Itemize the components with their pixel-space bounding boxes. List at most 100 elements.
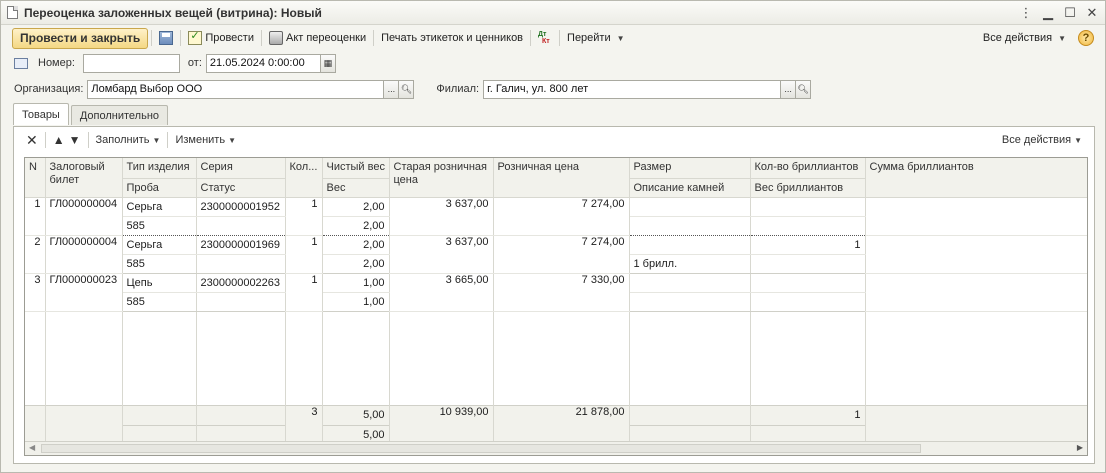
branch-field[interactable]: г. Галич, ул. 800 лет: [483, 79, 782, 99]
cell-size[interactable]: [629, 196, 751, 217]
cell-size[interactable]: [629, 235, 751, 255]
post-button[interactable]: Провести: [184, 28, 258, 49]
cell-old-price[interactable]: 3 637,00: [389, 235, 494, 274]
cell-diamonds-weight[interactable]: [750, 216, 866, 236]
cell-probe[interactable]: 585: [122, 292, 197, 312]
scroll-right-icon[interactable]: ▶: [1077, 443, 1083, 452]
cell-diamonds-weight[interactable]: [750, 254, 866, 274]
cell-qty[interactable]: 1: [285, 235, 323, 274]
cell-series[interactable]: 2300000001969: [196, 235, 286, 255]
cell-probe[interactable]: 585: [122, 254, 197, 274]
change-button[interactable]: Изменить ▼: [175, 134, 236, 146]
col-header-probe[interactable]: Проба: [122, 178, 197, 198]
post-and-close-button[interactable]: Провести и закрыть: [12, 27, 149, 49]
act-button[interactable]: Акт переоценки: [265, 28, 370, 49]
cell-qty[interactable]: 1: [285, 196, 323, 236]
save-button[interactable]: [155, 28, 177, 49]
cell-status[interactable]: [196, 216, 286, 236]
col-header-old-price[interactable]: Старая розничная цена: [389, 158, 494, 198]
col-header-status[interactable]: Статус: [196, 178, 286, 198]
cell-type[interactable]: Серьга: [122, 196, 197, 217]
close-icon[interactable]: ✕: [1085, 5, 1099, 20]
cell-size[interactable]: [629, 273, 751, 293]
org-open-button[interactable]: 🔍︎: [399, 79, 415, 99]
cell-old-price[interactable]: 3 665,00: [389, 273, 494, 312]
cell-weight[interactable]: 1,00: [322, 292, 390, 312]
cell-weight[interactable]: 2,00: [322, 216, 390, 236]
table-row[interactable]: 1 ГЛ000000004 Серьга 2300000001952 1 2,0…: [25, 196, 1087, 236]
branch-open-button[interactable]: 🔍︎: [796, 79, 812, 99]
col-header-stones[interactable]: Описание камней: [629, 178, 751, 198]
delete-icon[interactable]: ✕: [26, 132, 38, 149]
cell-net-weight[interactable]: 1,00: [322, 273, 390, 293]
cell-stones[interactable]: [629, 292, 751, 312]
cell-diamonds-count[interactable]: [750, 196, 866, 217]
horizontal-scrollbar[interactable]: ◀ ▶: [25, 441, 1087, 455]
dt-kt-button[interactable]: Дт Кт: [534, 28, 556, 49]
cell-diamonds-sum[interactable]: [865, 196, 1087, 236]
fill-button[interactable]: Заполнить ▼: [96, 134, 161, 146]
cell-ticket[interactable]: ГЛ000000023: [45, 273, 123, 312]
cell-price[interactable]: 7 330,00: [493, 273, 630, 312]
scrollbar-thumb[interactable]: [41, 444, 921, 453]
cell-stones[interactable]: 1 брилл.: [629, 254, 751, 274]
calendar-button[interactable]: ▦: [320, 53, 336, 73]
col-header-net-weight[interactable]: Чистый вес: [322, 158, 390, 179]
col-header-weight[interactable]: Вес: [322, 178, 390, 198]
cell-diamonds-sum[interactable]: [865, 273, 1087, 312]
scroll-left-icon[interactable]: ◀: [29, 443, 35, 452]
date-field[interactable]: 21.05.2024 0:00:00: [205, 53, 321, 73]
cell-status[interactable]: [196, 292, 286, 312]
cell-diamonds-count[interactable]: [750, 273, 866, 293]
table-row[interactable]: 2 ГЛ000000004 Серьга 2300000001969 1 2,0…: [25, 235, 1087, 274]
col-header-size[interactable]: Размер: [629, 158, 751, 179]
org-select-button[interactable]: ...: [384, 79, 400, 99]
cell-ticket[interactable]: ГЛ000000004: [45, 235, 123, 274]
cell-probe[interactable]: 585: [122, 216, 197, 236]
col-header-diamonds-count[interactable]: Кол-во бриллиантов: [750, 158, 866, 179]
cell-series[interactable]: 2300000001952: [196, 196, 286, 217]
tab-additional[interactable]: Дополнительно: [70, 105, 169, 125]
col-header-type[interactable]: Тип изделия: [122, 158, 197, 179]
more-icon[interactable]: ⋮: [1019, 5, 1033, 20]
tab-goods[interactable]: Товары: [13, 103, 69, 125]
org-field[interactable]: Ломбард Выбор ООО: [87, 79, 385, 99]
cell-series[interactable]: 2300000002263: [196, 273, 286, 293]
cell-type[interactable]: Серьга: [122, 235, 197, 255]
cell-old-price[interactable]: 3 637,00: [389, 196, 494, 236]
cell-diamonds-weight[interactable]: [750, 292, 866, 312]
total-price: 21 878,00: [493, 404, 630, 445]
all-actions-button[interactable]: Все действия ▼: [979, 28, 1070, 49]
cell-ticket[interactable]: ГЛ000000004: [45, 196, 123, 236]
cell-stones[interactable]: [629, 216, 751, 236]
cell-price[interactable]: 7 274,00: [493, 196, 630, 236]
number-field[interactable]: [82, 53, 180, 73]
branch-select-button[interactable]: ...: [781, 79, 797, 99]
cell-diamonds-count[interactable]: 1: [750, 235, 866, 255]
col-header-price[interactable]: Розничная цена: [493, 158, 630, 198]
col-header-ticket[interactable]: Залоговый билет: [45, 158, 123, 198]
window-controls: ⋮ ▁ ☐ ✕: [1019, 5, 1099, 20]
cell-net-weight[interactable]: 2,00: [322, 235, 390, 255]
cell-price[interactable]: 7 274,00: [493, 235, 630, 274]
cell-net-weight[interactable]: 2,00: [322, 196, 390, 217]
minimize-icon[interactable]: ▁: [1041, 5, 1055, 20]
cell-type[interactable]: Цепь: [122, 273, 197, 293]
cell-weight[interactable]: 2,00: [322, 254, 390, 274]
col-header-series[interactable]: Серия: [196, 158, 286, 179]
print-labels-button[interactable]: Печать этикеток и ценников: [377, 28, 527, 49]
cell-diamonds-sum[interactable]: [865, 235, 1087, 274]
table-row[interactable]: 3 ГЛ000000023 Цепь 2300000002263 1 1,00 …: [25, 273, 1087, 312]
move-down-icon[interactable]: ▼: [69, 133, 81, 147]
move-up-icon[interactable]: ▲: [53, 133, 65, 147]
cell-status[interactable]: [196, 254, 286, 274]
col-header-qty[interactable]: Кол...: [285, 158, 323, 198]
col-header-diamonds-weight[interactable]: Вес бриллиантов: [750, 178, 866, 198]
col-header-diamonds-sum[interactable]: Сумма бриллиантов: [865, 158, 1087, 198]
col-header-n[interactable]: N: [25, 158, 46, 198]
goto-button[interactable]: Перейти ▼: [563, 28, 629, 49]
table-all-actions-button[interactable]: Все действия ▼: [1002, 134, 1082, 146]
help-icon[interactable]: ?: [1078, 30, 1094, 46]
maximize-icon[interactable]: ☐: [1063, 5, 1077, 20]
cell-qty[interactable]: 1: [285, 273, 323, 312]
